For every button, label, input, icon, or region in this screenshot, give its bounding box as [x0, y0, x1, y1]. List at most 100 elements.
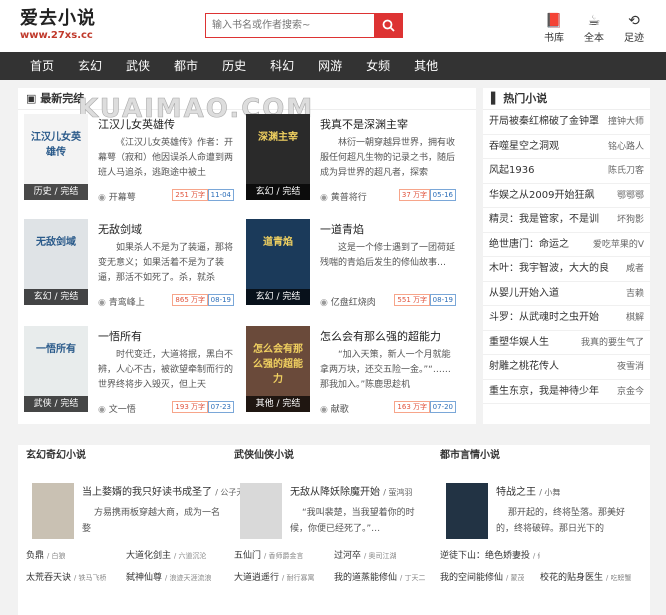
featured-title-text[interactable]: 无敌从降妖除魔开始: [290, 487, 380, 498]
hot-list-item[interactable]: 重塑华娱人生 我真的要生气了: [483, 330, 650, 355]
complete-link[interactable]: ☕ 全本: [577, 13, 611, 44]
search-input[interactable]: [206, 14, 374, 37]
book-cover[interactable]: 江汉儿女英雄传 历史 / 完结: [24, 114, 88, 200]
book-author[interactable]: ◉ 献歌: [320, 402, 349, 415]
cover-tag: 历史 / 完结: [24, 184, 88, 200]
hot-list-item[interactable]: 重生东京，我是神待少年 京金今: [483, 379, 650, 404]
list-item[interactable]: 校花的贴身医生 / 吃螃蟹: [540, 567, 640, 589]
book-title[interactable]: 无敌剑域: [98, 221, 142, 237]
book-title[interactable]: 我真不是深渊主宰: [320, 116, 408, 132]
nav-kehuan[interactable]: 科幻: [258, 52, 306, 80]
nav-wangyou[interactable]: 网游: [306, 52, 354, 80]
list-title[interactable]: 大道化剑主: [126, 545, 171, 567]
list-item[interactable]: 太荒吞天诀 / 铁马飞桥: [26, 567, 126, 589]
book-item[interactable]: 怎么会有那么强的超能力 其他 / 完结 怎么会有那么强的超能力 “加入天策，新人一个月…: [240, 322, 460, 420]
featured-title[interactable]: 无敌从降妖除魔开始 / 萤鸿羽: [290, 483, 412, 498]
book-author[interactable]: ◉ 黄普将行: [320, 190, 367, 203]
list-item[interactable]: 逆徒下山：绝色娇妻投 / 修仙十年，下山即无: [440, 545, 540, 567]
featured-title[interactable]: 特战之王 / 小舞: [496, 483, 560, 498]
site-logo[interactable]: 爱去小说 www.27xs.cc: [20, 8, 96, 42]
book-cover[interactable]: 一悟所有 武侠 / 完结: [24, 326, 88, 412]
list-title[interactable]: 太荒吞天诀: [26, 567, 71, 589]
list-title[interactable]: 弑神仙尊: [126, 567, 162, 589]
featured-cover[interactable]: [240, 483, 282, 539]
list-item[interactable]: 过河卒 / 奥司江湖: [334, 545, 434, 567]
featured-title[interactable]: 当上婺婿的我只好读书成圣了 / 公子无哨: [82, 483, 252, 498]
hot-title[interactable]: 从婴儿开始入道: [489, 288, 559, 299]
hot-list-item[interactable]: 绝世唐门：命运之 爱吃苹果的V: [483, 232, 650, 257]
hot-title[interactable]: 射雕之桃花传人: [489, 361, 559, 372]
list-title[interactable]: 大道逍遥行: [234, 567, 279, 589]
list-title[interactable]: 五仙门: [234, 545, 261, 567]
nav-dushi[interactable]: 都市: [162, 52, 210, 80]
hot-title[interactable]: 斗罗：从武魂时之虫开始: [489, 312, 599, 323]
hot-list-item[interactable]: 华娱之从2009开始狂飙 鄂鄂鄂: [483, 183, 650, 208]
featured-cover[interactable]: [446, 483, 488, 539]
book-description: 这是一个修士遇到了一团荷延残喘的青焰后发生的修仙故事…: [320, 243, 455, 268]
hot-title[interactable]: 木叶：我宇智波，大大的良: [489, 263, 609, 274]
featured-title-text[interactable]: 特战之王: [496, 487, 536, 498]
book-cover[interactable]: 怎么会有那么强的超能力 其他 / 完结: [246, 326, 310, 412]
hot-title[interactable]: 精灵：我是管家，不是训: [489, 214, 599, 225]
book-item[interactable]: 道青焰 玄幻 / 完结 一道青焰这是一个修士遇到了一团荷延残喘的青焰后发生的修仙故事…: [240, 215, 460, 313]
library-link[interactable]: 📕 书库: [537, 13, 571, 44]
search-button[interactable]: [374, 14, 402, 37]
book-title[interactable]: 怎么会有那么强的超能力: [320, 328, 441, 344]
book-item[interactable]: 无敌剑域 玄幻 / 完结 无敌剑域 如果杀人不是为了装逼，那将变无意义；如果活着不是为…: [18, 215, 238, 313]
hot-list-item[interactable]: 木叶：我宇智波，大大的良 咸者: [483, 257, 650, 282]
list-title[interactable]: 我的空间能修仙: [440, 567, 503, 589]
book-author[interactable]: ◉ 开幕萼: [98, 190, 136, 203]
hot-title[interactable]: 风起1936: [489, 165, 534, 176]
nav-home[interactable]: 首页: [18, 52, 66, 80]
hot-title[interactable]: 绝世唐门：命运之: [489, 239, 569, 250]
book-item[interactable]: 一悟所有 武侠 / 完结 一悟所有 时代变迁，大道将抿，黑白不辨，人心不古，被欲望牵制…: [18, 322, 238, 420]
list-title[interactable]: 逆徒下山：绝色娇妻投: [440, 545, 530, 567]
nav-nvpin[interactable]: 女频: [354, 52, 402, 80]
hot-title[interactable]: 华娱之从2009开始狂飙: [489, 190, 594, 201]
user-icon: ◉: [98, 193, 109, 203]
hot-list-item[interactable]: 风起1936 陈氏刀客: [483, 159, 650, 184]
nav-lishi[interactable]: 历史: [210, 52, 258, 80]
list-item[interactable]: 我的空间能修仙 / 蒙茂: [440, 567, 540, 589]
book-author[interactable]: ◉ 文一悟: [98, 402, 136, 415]
book-cover[interactable]: 深渊主宰 玄幻 / 完结: [246, 114, 310, 200]
nav-wuxia[interactable]: 武侠: [114, 52, 162, 80]
list-item[interactable]: 负鼎 / 白狼: [26, 545, 126, 567]
book-author[interactable]: ◉ 青鸾峰上: [98, 295, 145, 308]
nav-xuanhuan[interactable]: 玄幻: [66, 52, 114, 80]
list-item[interactable]: 弑神仙尊 / 浪迹天涯流浪: [126, 567, 226, 589]
book-title[interactable]: 一悟所有: [98, 328, 142, 344]
hot-title[interactable]: 吞噬星空之洞观: [489, 141, 559, 152]
book-cover[interactable]: 道青焰 玄幻 / 完结: [246, 219, 310, 305]
hot-list-item[interactable]: 射雕之桃花传人 夜雪消: [483, 355, 650, 380]
list-title[interactable]: 负鼎: [26, 545, 44, 567]
list-item[interactable]: 我的道蒸能修仙 / 丁天二: [334, 567, 434, 589]
list-item[interactable]: 五仙门 / 香师爵金言: [234, 545, 334, 567]
list-title[interactable]: 我的道蒸能修仙: [334, 567, 397, 589]
hot-list-item[interactable]: 吞噬星空之洞观 铭心路人: [483, 134, 650, 159]
list-item[interactable]: 大道化剑主 / 六道沉沦: [126, 545, 226, 567]
category-column: 都市言情小说 特战之王 / 小舞 那开起的，终将坠落。那美好的，终将破碎。那日光下的…: [436, 445, 636, 605]
category-heading: 玄幻奇幻小说: [26, 450, 86, 461]
hot-title[interactable]: 开局被秦红棉破了金钟罩: [489, 116, 599, 127]
book-item[interactable]: 江汉儿女英雄传 历史 / 完结 江汉儿女英雄传 《江汉儿女英雄传》作者：开幕萼（寂和）…: [18, 110, 238, 208]
book-title[interactable]: 一道青焰: [320, 221, 364, 237]
nav-qita[interactable]: 其他: [402, 52, 450, 80]
list-title[interactable]: 过河卒: [334, 545, 361, 567]
featured-cover[interactable]: [32, 483, 74, 539]
hot-title[interactable]: 重生东京，我是神待少年: [489, 386, 599, 397]
history-link[interactable]: ⟲ 足迹: [617, 13, 651, 44]
list-item[interactable]: 大道逍遥行 / 耐行寡寓: [234, 567, 334, 589]
book-title[interactable]: 江汉儿女英雄传: [98, 116, 175, 132]
list-item[interactable]: [540, 545, 640, 567]
book-item[interactable]: 深渊主宰 玄幻 / 完结 我真不是深渊主宰 林衍一朝穿越异世界，拥有收服任何超凡生物的…: [240, 110, 460, 208]
hot-list-item[interactable]: 开局被秦红棉破了金钟罩 撞钟大师: [483, 110, 650, 135]
list-title[interactable]: 校花的贴身医生: [540, 567, 603, 589]
hot-list-item[interactable]: 斗罗：从武魂时之虫开始 棋解: [483, 306, 650, 331]
hot-list-item[interactable]: 精灵：我是管家，不是训 坏狗影: [483, 208, 650, 233]
book-cover[interactable]: 无敌剑域 玄幻 / 完结: [24, 219, 88, 305]
featured-title-text[interactable]: 当上婺婿的我只好读书成圣了: [82, 487, 212, 498]
hot-list-item[interactable]: 从婴儿开始入道 吉赖: [483, 281, 650, 306]
book-author[interactable]: ◉ 亿盘红烧肉: [320, 295, 376, 308]
hot-title[interactable]: 重塑华娱人生: [489, 337, 549, 348]
